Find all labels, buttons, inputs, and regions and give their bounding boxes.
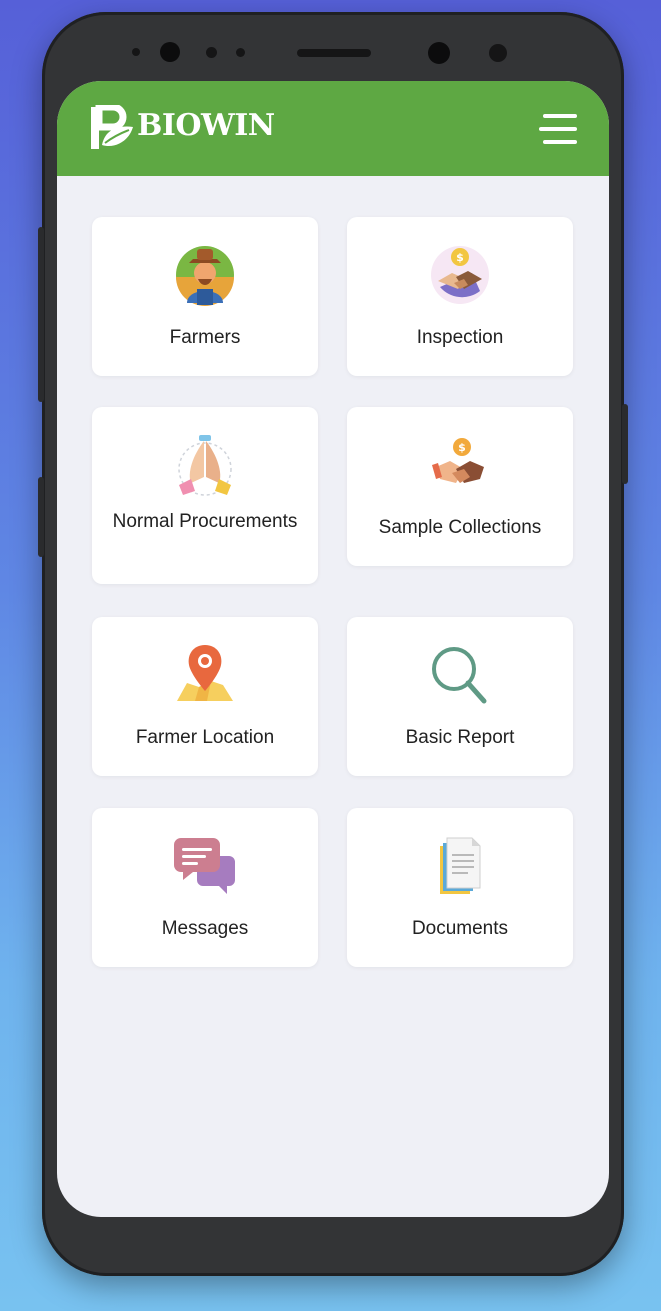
app-header: BIOWIN [57,81,609,176]
volume-button [38,227,44,402]
tile-label: Normal Procurements [112,511,298,532]
map-pin-icon [177,645,233,701]
hamburger-menu-icon[interactable] [539,113,577,145]
tile-label: Sample Collections [378,517,542,538]
tile-label: Basic Report [405,727,515,748]
tile-inspection[interactable]: $ Inspection [347,217,573,376]
magnifier-icon [432,647,487,704]
tile-sample-collections[interactable]: $ Sample Collections [347,407,573,566]
tile-label: Farmer Location [135,727,275,748]
farmer-icon [176,246,234,306]
tile-messages[interactable]: Messages [92,808,318,967]
tile-label: Messages [161,918,249,939]
sensor-dot [236,48,245,57]
praying-hands-icon [178,435,232,496]
chat-bubbles-icon [174,838,235,894]
front-camera [160,42,180,62]
side-button [38,477,44,557]
handshake-coin-icon: $ [431,246,489,304]
handshake-coin-icon: $ [432,438,484,483]
earpiece-speaker [297,49,371,57]
power-button [622,404,628,484]
proximity-sensor [489,44,507,62]
biowin-leaf-logo-icon [91,105,133,149]
tile-label: Farmers [169,327,241,348]
app-screen: BIOWIN Farmers $ Inspection Normal Procu… [57,81,609,1217]
brand-name: BIOWIN [137,108,275,143]
tile-normal-procurements[interactable]: Normal Procurements [92,407,318,584]
brand-logo: BIOWIN [89,103,275,153]
tile-farmers[interactable]: Farmers [92,217,318,376]
tile-farmer-location[interactable]: Farmer Location [92,617,318,776]
svg-text:$: $ [456,251,464,264]
tile-label: Documents [411,918,509,939]
documents-icon [440,837,481,894]
sensor-dot [206,47,217,58]
tile-documents[interactable]: Documents [347,808,573,967]
sensor-dot [132,48,140,56]
front-camera-secondary [428,42,450,64]
tile-basic-report[interactable]: Basic Report [347,617,573,776]
svg-text:$: $ [458,441,466,454]
tile-label: Inspection [416,327,504,348]
